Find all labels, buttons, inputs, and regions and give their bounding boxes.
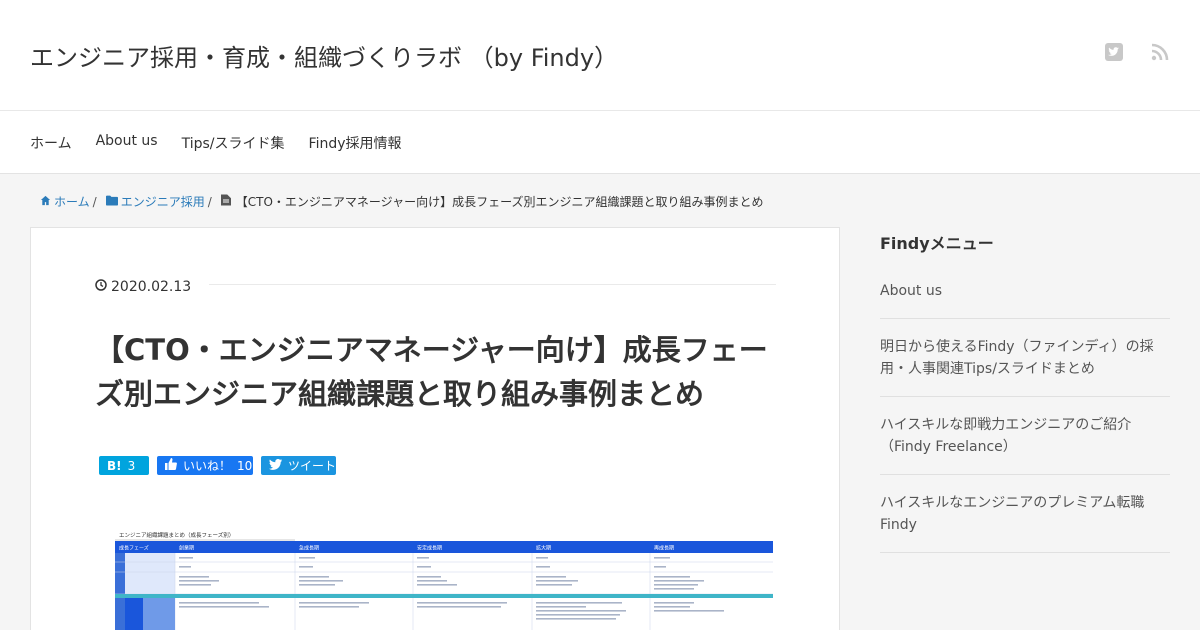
nav-item-about[interactable]: About us: [96, 133, 158, 153]
hatena-count: 3: [127, 458, 136, 473]
thumbnail-title: エンジニア組織課題まとめ（成長フェーズ別）: [119, 531, 234, 539]
breadcrumb-separator: /: [207, 194, 212, 209]
thumbnail-phase: 急成長期: [299, 545, 319, 552]
post-date-text: 2020.02.13: [111, 279, 192, 295]
post-article: 2020.02.13 【CTO・エンジニアマネージャー向け】成長フェーズ別エンジ…: [30, 227, 840, 630]
breadcrumb: ホーム / エンジニア採用 / 【CTO・エンジニアマネージャー向け】成長フェー…: [40, 193, 763, 210]
clock-icon: [95, 279, 107, 295]
date-divider: [209, 284, 776, 285]
nav-item-home[interactable]: ホーム: [30, 133, 72, 153]
twitter-icon[interactable]: [1104, 42, 1124, 62]
sidebar-item-findy[interactable]: ハイスキルなエンジニアのプレミアム転職Findy: [880, 492, 1170, 553]
share-buttons: B! 3 いいね！ 10 ツイート: [99, 456, 336, 475]
thumbnail-phase: 創業期: [179, 545, 194, 552]
sidebar-item-tips[interactable]: 明日から使えるFindy（ファインディ）の採用・人事関連Tips/スライドまとめ: [880, 336, 1170, 397]
thumbnail-phase: 拡大期: [536, 545, 551, 552]
post-thumbnail[interactable]: エンジニア組織課題まとめ（成長フェーズ別） 成長フェーズ 創業期 急成長期 安定…: [115, 529, 773, 630]
site-title[interactable]: エンジニア採用・育成・組織づくりラボ （by Findy）: [30, 38, 618, 73]
breadcrumb-category[interactable]: エンジニア採用: [121, 193, 205, 210]
site-header: エンジニア採用・育成・組織づくりラボ （by Findy）: [0, 0, 1200, 111]
twitter-bird-icon: [269, 458, 282, 473]
sidebar-item-freelance[interactable]: ハイスキルな即戦力エンジニアのご紹介（Findy Freelance）: [880, 414, 1170, 475]
tweet-label: ツイート: [288, 459, 337, 473]
hatena-bookmark-button[interactable]: B! 3: [99, 456, 149, 475]
global-nav: ホーム About us Tips/スライド集 Findy採用情報: [0, 111, 1200, 174]
sidebar-title: Findyメニュー: [880, 234, 994, 253]
tweet-button[interactable]: ツイート: [261, 456, 336, 475]
facebook-label: いいね！: [183, 459, 232, 473]
thumbnail-phase: 再成長期: [654, 545, 674, 552]
facebook-count: 10: [237, 458, 253, 473]
breadcrumb-current: 【CTO・エンジニアマネージャー向け】成長フェーズ別エンジニア組織課題と取り組み…: [235, 195, 764, 209]
sidebar-item-about[interactable]: About us: [880, 280, 1170, 319]
breadcrumb-separator: /: [92, 194, 97, 209]
hatena-label: B!: [107, 458, 122, 473]
header-social-icons: [1104, 42, 1170, 62]
post-date: 2020.02.13: [95, 279, 191, 295]
post-title: 【CTO・エンジニアマネージャー向け】成長フェーズ別エンジニア組織課題と取り組み…: [95, 333, 768, 411]
breadcrumb-home[interactable]: ホーム: [54, 193, 90, 210]
sidebar-menu: About us 明日から使えるFindy（ファインディ）の採用・人事関連Tip…: [880, 280, 1170, 553]
sidebar: Findyメニュー About us 明日から使えるFindy（ファインディ）の…: [880, 227, 1170, 570]
facebook-like-button[interactable]: いいね！ 10: [157, 456, 253, 475]
nav-item-tips[interactable]: Tips/スライド集: [182, 133, 285, 153]
file-icon: [220, 194, 231, 209]
thumbnail-header-first: 成長フェーズ: [119, 545, 149, 552]
folder-icon: [105, 195, 118, 209]
rss-icon[interactable]: [1150, 42, 1170, 62]
thumbnail-phase: 安定成長期: [417, 545, 442, 552]
home-icon: [40, 195, 51, 209]
nav-item-recruit[interactable]: Findy採用情報: [309, 133, 402, 153]
thumbs-up-icon: [165, 458, 177, 473]
